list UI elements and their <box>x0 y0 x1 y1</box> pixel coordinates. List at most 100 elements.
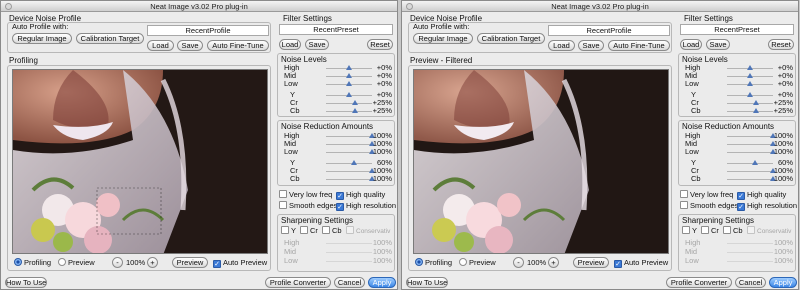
auto-fine-tune-button[interactable]: Auto Fine-Tune <box>608 40 670 51</box>
title-bar[interactable]: Neat Image v3.02 Pro plug-in <box>1 1 397 12</box>
reduction-slider[interactable] <box>326 163 372 164</box>
slider-knob-icon[interactable] <box>747 81 753 86</box>
profile-converter-button[interactable]: Profile Converter <box>666 277 732 288</box>
preset-load-button[interactable]: Load <box>279 39 301 50</box>
very-low-freq-checkbox[interactable]: Very low freq <box>680 190 733 199</box>
sharpen-cr-checkbox[interactable]: Cr <box>701 226 719 235</box>
reduction-slider[interactable] <box>326 152 372 153</box>
image-canvas[interactable] <box>413 69 669 254</box>
window-close-icon[interactable] <box>5 3 12 10</box>
sharpen-cr-checkbox[interactable]: Cr <box>300 226 318 235</box>
high-quality-checkbox[interactable]: ✓ High quality <box>737 190 787 200</box>
zoom-out-button[interactable]: - <box>112 257 123 268</box>
reduction-slider[interactable] <box>727 144 773 145</box>
high-quality-checkbox[interactable]: ✓ High quality <box>336 190 386 200</box>
profile-name-field[interactable]: RecentProfile <box>548 25 670 36</box>
slider-knob-icon[interactable] <box>751 160 758 165</box>
preset-reset-button[interactable]: Reset <box>367 39 393 50</box>
reduction-slider[interactable] <box>727 136 773 137</box>
reduction-slider[interactable] <box>326 136 372 137</box>
profiling-radio[interactable]: Profiling <box>14 258 51 267</box>
profile-load-button[interactable]: Load <box>548 40 575 51</box>
preset-save-button[interactable]: Save <box>706 39 730 50</box>
noise-level-slider[interactable] <box>326 103 372 104</box>
profile-save-button[interactable]: Save <box>177 40 203 51</box>
high-resolution-checkbox[interactable]: ✓ High resolution <box>336 201 396 211</box>
noise-level-slider[interactable] <box>727 103 773 104</box>
preset-name-field[interactable]: RecentPreset <box>279 24 393 35</box>
high-resolution-checkbox[interactable]: ✓ High resolution <box>737 201 797 211</box>
reduction-slider[interactable] <box>326 179 372 180</box>
slider-knob-icon[interactable] <box>747 92 753 97</box>
slider-knob-icon[interactable] <box>747 73 753 78</box>
auto-fine-tune-button[interactable]: Auto Fine-Tune <box>207 40 269 51</box>
radio-on-icon <box>415 258 423 266</box>
how-to-use-button[interactable]: How To Use <box>406 277 448 288</box>
preview-button[interactable]: Preview <box>172 257 208 268</box>
auto-preview-checkbox[interactable]: ✓ Auto Preview <box>213 258 267 268</box>
calibration-target-button[interactable]: Calibration Target <box>477 33 545 44</box>
slider-knob-icon[interactable] <box>346 81 352 86</box>
sharpen-cb-checkbox[interactable]: Cb <box>723 226 743 235</box>
smooth-edges-checkbox[interactable]: Smooth edges <box>279 201 337 210</box>
profile-name-field[interactable]: RecentProfile <box>147 25 269 36</box>
slider-knob-icon[interactable] <box>346 65 352 70</box>
regular-image-button[interactable]: Regular Image <box>12 33 72 44</box>
preview-radio[interactable]: Preview <box>459 258 496 267</box>
slider-knob-icon[interactable] <box>346 73 352 78</box>
noise-level-slider[interactable] <box>326 111 372 112</box>
sharpen-y-checkbox[interactable]: Y <box>281 226 296 235</box>
slider-knob-icon[interactable] <box>346 92 352 97</box>
image-canvas[interactable] <box>12 69 268 254</box>
reduction-slider[interactable] <box>727 171 773 172</box>
reduction-slider[interactable] <box>727 179 773 180</box>
apply-button[interactable]: Apply <box>368 277 396 288</box>
cancel-button[interactable]: Cancel <box>735 277 766 288</box>
reduction-slider[interactable] <box>326 144 372 145</box>
sharpen-cb-checkbox[interactable]: Cb <box>322 226 342 235</box>
regular-image-button[interactable]: Regular Image <box>413 33 473 44</box>
apply-button[interactable]: Apply <box>769 277 797 288</box>
preset-load-button[interactable]: Load <box>680 39 702 50</box>
reduction-slider[interactable] <box>727 152 773 153</box>
window-close-icon[interactable] <box>406 3 413 10</box>
profile-converter-button[interactable]: Profile Converter <box>265 277 331 288</box>
title-bar[interactable]: Neat Image v3.02 Pro plug-in <box>402 1 798 12</box>
reduction-label: Cb <box>290 174 300 183</box>
noise-level-slider[interactable] <box>727 111 773 112</box>
sharpen-slider <box>326 252 372 253</box>
high-quality-label: High quality <box>747 190 787 199</box>
preset-reset-button[interactable]: Reset <box>768 39 794 50</box>
slider-knob-icon[interactable] <box>351 100 358 105</box>
preview-radio[interactable]: Preview <box>58 258 95 267</box>
zoom-out-button[interactable]: - <box>513 257 524 268</box>
slider-knob-icon[interactable] <box>747 65 753 70</box>
slider-knob-icon[interactable] <box>752 108 759 113</box>
smooth-edges-checkbox[interactable]: Smooth edges <box>680 201 738 210</box>
very-low-freq-checkbox[interactable]: Very low freq <box>279 190 332 199</box>
checkbox-empty-icon <box>680 201 688 209</box>
profile-save-button[interactable]: Save <box>578 40 604 51</box>
auto-preview-checkbox[interactable]: ✓ Auto Preview <box>614 258 668 268</box>
reduction-slider[interactable] <box>727 163 773 164</box>
cancel-button[interactable]: Cancel <box>334 277 365 288</box>
radio-off-icon <box>459 258 467 266</box>
profiling-radio[interactable]: Profiling <box>415 258 452 267</box>
slider-knob-icon[interactable] <box>350 160 357 165</box>
sharpen-y-checkbox[interactable]: Y <box>682 226 697 235</box>
slider-knob-icon[interactable] <box>351 108 358 113</box>
checkmark-icon: ✓ <box>213 260 221 268</box>
zoom-in-button[interactable]: + <box>548 257 559 268</box>
preview-button[interactable]: Preview <box>573 257 609 268</box>
preset-save-button[interactable]: Save <box>305 39 329 50</box>
calibration-target-button[interactable]: Calibration Target <box>76 33 144 44</box>
high-quality-label: High quality <box>346 190 386 199</box>
preset-name-field[interactable]: RecentPreset <box>680 24 794 35</box>
reduction-slider[interactable] <box>326 171 372 172</box>
radio-on-icon <box>14 258 22 266</box>
reduction-row-cb: Cb 100% <box>290 175 392 183</box>
how-to-use-button[interactable]: How To Use <box>5 277 47 288</box>
slider-knob-icon[interactable] <box>752 100 759 105</box>
zoom-in-button[interactable]: + <box>147 257 158 268</box>
profile-load-button[interactable]: Load <box>147 40 174 51</box>
